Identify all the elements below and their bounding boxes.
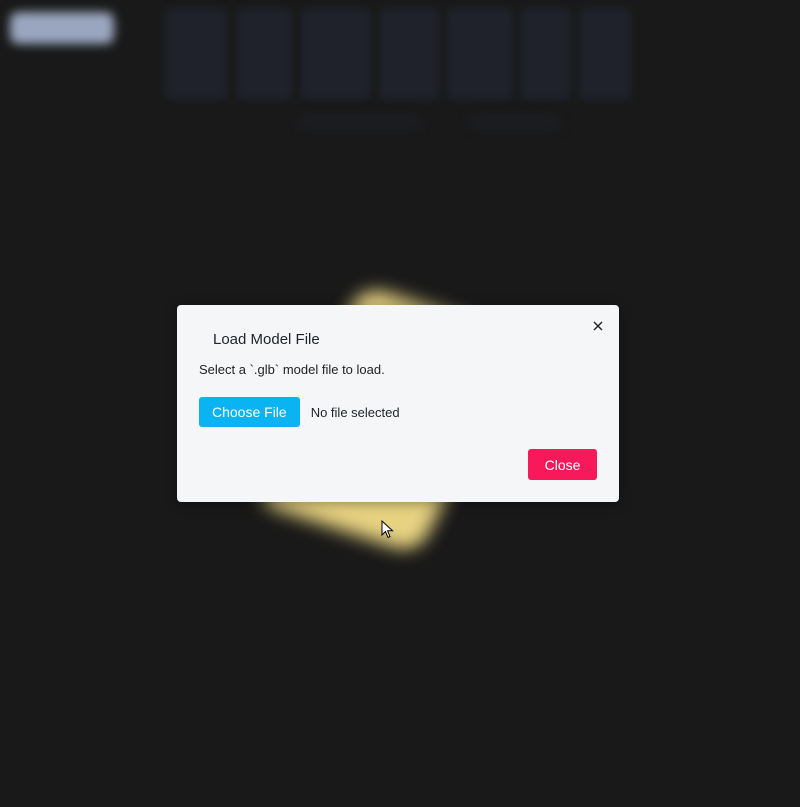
close-icon-glyph <box>593 321 603 331</box>
background-blurred-subtitle <box>300 115 420 129</box>
background-blurred-button <box>10 12 114 44</box>
app-stage: Load Model File Select a `.glb` model fi… <box>0 0 800 807</box>
close-icon[interactable] <box>589 317 607 335</box>
file-input-row: Choose File No file selected <box>199 397 400 427</box>
file-status-text: No file selected <box>310 404 400 420</box>
dialog-description: Select a `.glb` model file to load. <box>199 362 385 377</box>
choose-file-button[interactable]: Choose File <box>199 397 300 427</box>
background-blurred-title <box>165 8 635 104</box>
dialog-title: Load Model File <box>213 331 320 348</box>
background-blurred-subtitle <box>470 115 560 129</box>
close-button[interactable]: Close <box>528 449 597 480</box>
mouse-cursor-icon <box>381 520 394 539</box>
load-model-dialog: Load Model File Select a `.glb` model fi… <box>177 305 619 502</box>
